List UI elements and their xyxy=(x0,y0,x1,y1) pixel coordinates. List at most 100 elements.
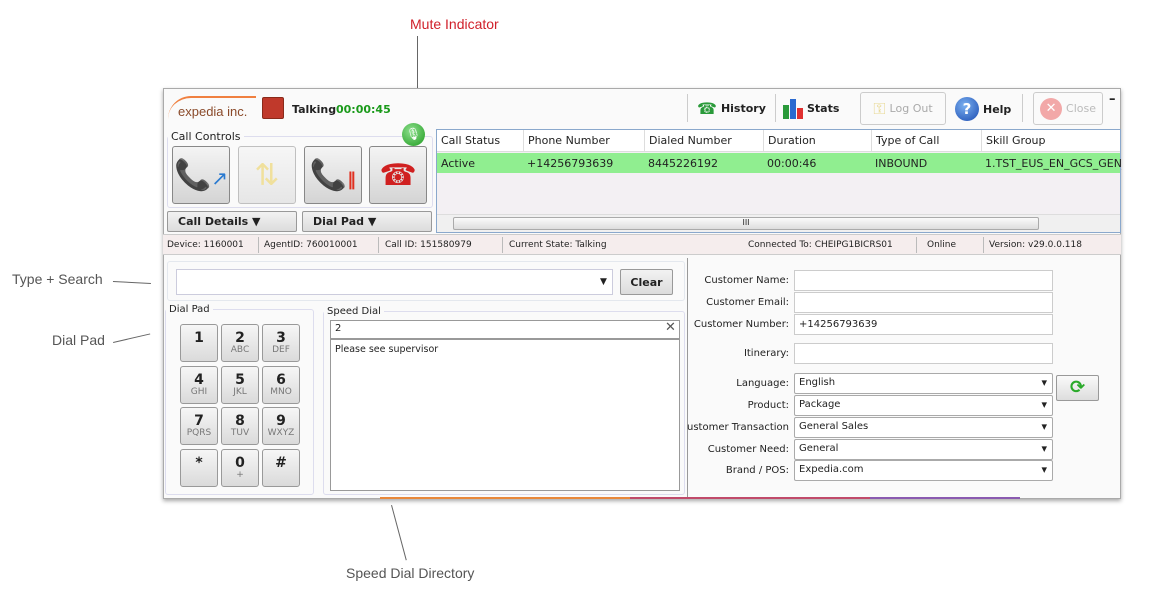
dial-key-3[interactable]: 3 DEF xyxy=(262,324,300,362)
key-digit: 3 xyxy=(276,330,286,346)
minimize-button[interactable]: – xyxy=(1109,92,1116,107)
call-timer: 00:00:45 xyxy=(336,103,391,116)
cell-type: INBOUND xyxy=(875,157,928,170)
customer-email-input[interactable] xyxy=(794,292,1053,313)
dial-key-2[interactable]: 2 ABC xyxy=(221,324,259,362)
annotation-line xyxy=(113,333,151,343)
dial-key-0[interactable]: 0 + xyxy=(221,448,259,487)
dial-key-4[interactable]: 4 GHI xyxy=(180,365,218,404)
chevron-down-icon[interactable]: ▼ xyxy=(600,277,607,287)
dial-key-7[interactable]: 7 PQRS xyxy=(180,407,218,445)
scrollbar-thumb[interactable]: III xyxy=(453,217,1039,230)
itinerary-label: Itinerary: xyxy=(743,348,789,359)
type-search-combobox[interactable] xyxy=(176,269,613,295)
cell-call-status: Active xyxy=(441,157,476,170)
hang-up-button[interactable]: ☎ xyxy=(369,146,427,204)
annotation-speed-dial: Speed Dial Directory xyxy=(346,565,475,581)
cell-duration: 00:00:46 xyxy=(767,157,817,170)
need-select[interactable]: General xyxy=(794,439,1053,460)
grid-header: Call Status Phone Number Dialed Number D… xyxy=(437,130,1120,152)
stats-icon xyxy=(783,97,803,119)
dial-key-5[interactable]: 5 JKL xyxy=(221,365,259,404)
hang-up-icon: ☎ xyxy=(379,157,417,193)
column-header[interactable]: Skill Group xyxy=(981,130,1122,152)
dial-key-*[interactable]: * xyxy=(180,448,218,487)
horizontal-scrollbar[interactable]: III xyxy=(437,214,1120,232)
column-header[interactable]: Dialed Number xyxy=(644,130,732,152)
key-letters: TUV xyxy=(230,428,250,438)
phone-hold-icon: 📞‖ xyxy=(309,157,357,193)
cell-phone-number: +14256793639 xyxy=(527,157,614,170)
column-header[interactable]: Phone Number xyxy=(523,130,610,152)
product-select[interactable]: Package xyxy=(794,395,1053,416)
cell-dialed-number: 8445226192 xyxy=(648,157,718,170)
version: Version: v29.0.0.118 xyxy=(989,240,1082,250)
history-button[interactable]: ☎ History xyxy=(697,99,766,118)
language-select[interactable]: English xyxy=(794,373,1053,394)
column-header[interactable]: Type of Call xyxy=(871,130,939,152)
key-digit: 0 xyxy=(235,454,245,471)
key-digit: 9 xyxy=(276,413,286,429)
refresh-button[interactable]: ⟳ xyxy=(1056,375,1099,401)
refresh-icon: ⟳ xyxy=(1069,377,1086,398)
key-letters: ABC xyxy=(230,345,250,355)
key-digit: 5 xyxy=(235,371,245,388)
key-letters: JKL xyxy=(233,386,247,397)
annotation-mute-indicator: Mute Indicator xyxy=(410,16,499,32)
close-button[interactable]: ✕ Close xyxy=(1033,92,1103,125)
dial-key-8[interactable]: 8 TUV xyxy=(221,407,259,445)
calls-grid: Call Status Phone Number Dialed Number D… xyxy=(436,129,1122,233)
status-bar: Device: 1160001 AgentID: 760010001 Call … xyxy=(163,234,1121,255)
dial-key-9[interactable]: 9 WXYZ xyxy=(262,407,300,445)
list-item[interactable]: Please see supervisor xyxy=(331,340,679,359)
cell-skill-group: 1.TST_EUS_EN_GCS_GEN_ xyxy=(985,157,1122,170)
dial-key-1[interactable]: 1 xyxy=(180,324,218,362)
expedia-logo: expedia inc. xyxy=(168,96,256,119)
key-digit: 4 xyxy=(194,371,204,388)
itinerary-input[interactable] xyxy=(794,343,1053,364)
call-id: Call ID: 151580979 xyxy=(385,240,472,250)
brand-select[interactable]: Expedia.com xyxy=(794,460,1053,481)
brand-label: Brand / POS: xyxy=(725,465,789,476)
state-indicator-icon xyxy=(262,97,284,119)
call-details-dropdown[interactable]: Call Details ▼ xyxy=(167,211,297,232)
customer-number-label: Customer Number: xyxy=(693,319,789,330)
table-row[interactable]: Active +14256793639 8445226192 00:00:46 … xyxy=(437,153,1122,173)
online-status: Online xyxy=(927,240,957,250)
need-label: Customer Need: xyxy=(707,444,789,455)
speed-dial-list: Please see supervisor xyxy=(330,339,680,491)
transfer-button[interactable]: 📞↗ xyxy=(172,146,230,204)
key-letters: + xyxy=(236,469,244,480)
column-header[interactable]: Duration xyxy=(763,130,816,152)
hold-button[interactable]: 📞‖ xyxy=(304,146,362,204)
transaction-select[interactable]: General Sales xyxy=(794,417,1053,438)
logout-button[interactable]: ⚿ Log Out xyxy=(860,92,946,125)
current-state: Current State: Talking xyxy=(509,240,607,250)
phone-transfer-icon: 📞↗ xyxy=(173,157,229,193)
mute-indicator-icon: 🎙 xyxy=(402,123,425,146)
agent-state: Talking xyxy=(292,103,337,116)
column-header[interactable]: Call Status xyxy=(437,130,500,152)
device-id: Device: 1160001 xyxy=(167,240,244,250)
close-icon: ✕ xyxy=(1040,97,1063,120)
dial-key-6[interactable]: 6 MNO xyxy=(262,365,300,404)
language-label: Language: xyxy=(736,378,789,389)
product-label: Product: xyxy=(747,400,789,411)
help-button[interactable]: ? Help xyxy=(955,97,1011,121)
help-icon: ? xyxy=(955,97,979,121)
conference-button[interactable]: ⇅ xyxy=(238,146,296,204)
stats-button[interactable]: Stats xyxy=(783,97,839,119)
dial-key-#[interactable]: # xyxy=(262,448,300,487)
speed-dial-filter-input[interactable]: 2 xyxy=(330,320,680,339)
annotation-type-search: Type + Search xyxy=(12,271,103,287)
customer-name-input[interactable] xyxy=(794,270,1053,291)
customer-email-label: Customer Email: xyxy=(706,297,789,308)
transaction-label: Customer Transaction: xyxy=(687,422,789,433)
key-digit: 7 xyxy=(194,413,204,429)
customer-number-input[interactable]: +14256793639 xyxy=(794,314,1053,335)
key-digit: 8 xyxy=(235,413,245,429)
connected-to: Connected To: CHEIPG1BICRS01 xyxy=(748,240,893,250)
dial-pad-dropdown[interactable]: Dial Pad ▼ xyxy=(302,211,432,232)
key-digit: # xyxy=(275,454,287,471)
key-digit: 2 xyxy=(235,330,245,346)
